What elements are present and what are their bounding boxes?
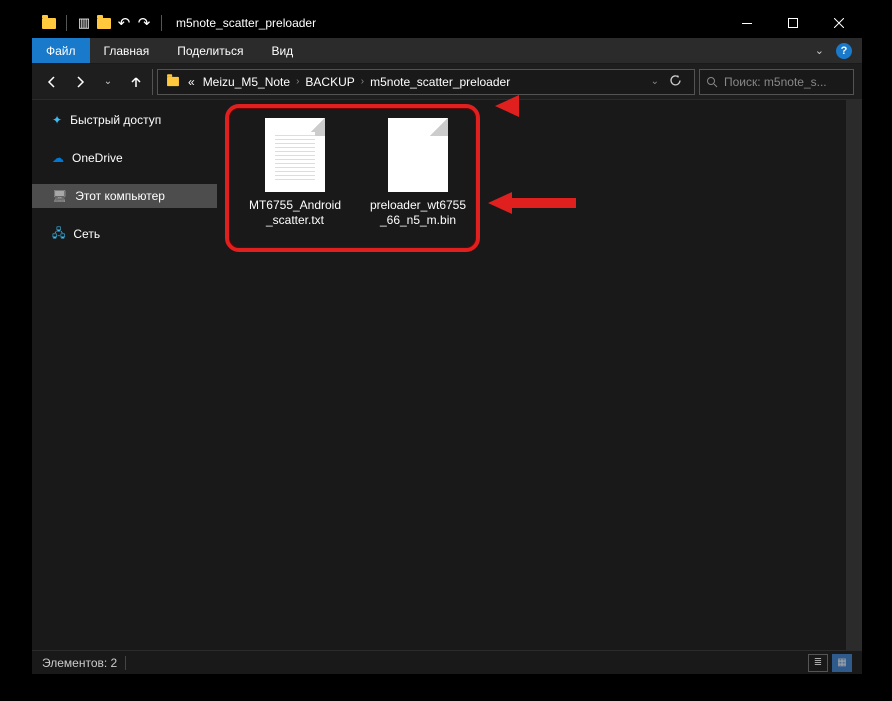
file-label-line1: preloader_wt6755: [362, 198, 474, 213]
breadcrumb-seg1[interactable]: Meizu_M5_Note: [199, 75, 294, 89]
breadcrumb-seg2[interactable]: BACKUP: [301, 75, 358, 89]
tab-file[interactable]: Файл: [32, 38, 90, 63]
sidebar-item-this-pc[interactable]: 🖥 Этот компьютер: [32, 184, 217, 208]
separator: [125, 656, 126, 670]
recent-dropdown[interactable]: ⌄: [96, 70, 120, 94]
undo-icon[interactable]: ↶: [115, 14, 133, 32]
titlebar: ▥ ↶ ↷ m5note_scatter_preloader: [32, 8, 862, 38]
navigation-bar: ⌄ « Meizu_M5_Note › BACKUP › m5note_scat…: [32, 64, 862, 100]
maximize-button[interactable]: [770, 8, 816, 38]
chevron-right-icon[interactable]: ›: [359, 76, 366, 87]
separator: [66, 15, 67, 31]
refresh-icon[interactable]: [661, 74, 690, 90]
tab-home[interactable]: Главная: [90, 38, 164, 63]
file-label-line1: MT6755_Android: [239, 198, 351, 213]
text-file-icon: [265, 118, 325, 192]
ribbon-help-area: ⌄ ?: [815, 38, 862, 63]
sidebar-item-label: Сеть: [73, 227, 100, 241]
star-icon: ✦: [52, 113, 62, 127]
up-button[interactable]: [124, 70, 148, 94]
back-button[interactable]: [40, 70, 64, 94]
icons-view-button[interactable]: ▦: [832, 654, 852, 672]
tab-view[interactable]: Вид: [257, 38, 307, 63]
explorer-window: ▥ ↶ ↷ m5note_scatter_preloader Файл Глав…: [32, 8, 862, 674]
scrollbar[interactable]: [846, 100, 862, 650]
view-toggle: ≣ ▦: [808, 654, 852, 672]
help-icon[interactable]: ?: [836, 43, 852, 59]
nav-pane: ✦ Быстрый доступ ☁ OneDrive 🖥 Этот компь…: [32, 100, 217, 650]
window-title: m5note_scatter_preloader: [176, 16, 316, 30]
sidebar-item-quick-access[interactable]: ✦ Быстрый доступ: [32, 108, 217, 132]
window-controls: [724, 8, 862, 38]
close-button[interactable]: [816, 8, 862, 38]
status-bar: Элементов: 2 ≣ ▦: [32, 650, 862, 674]
file-label-line2: _66_n5_m.bin: [362, 213, 474, 228]
search-placeholder: Поиск: m5note_s...: [724, 75, 827, 89]
folder-icon: [162, 76, 184, 87]
details-view-button[interactable]: ≣: [808, 654, 828, 672]
sidebar-item-label: Быстрый доступ: [70, 113, 161, 127]
properties-icon[interactable]: ▥: [75, 14, 93, 32]
tab-share[interactable]: Поделиться: [163, 38, 257, 63]
address-separator: [152, 69, 153, 95]
sidebar-item-label: OneDrive: [72, 151, 123, 165]
search-icon: [706, 76, 718, 88]
address-bar[interactable]: « Meizu_M5_Note › BACKUP › m5note_scatte…: [157, 69, 695, 95]
monitor-icon: 🖥: [52, 189, 67, 203]
quick-access-toolbar: ▥ ↶ ↷: [40, 14, 168, 32]
cloud-icon: ☁: [52, 151, 64, 165]
redo-icon[interactable]: ↷: [135, 14, 153, 32]
chevron-right-icon[interactable]: ›: [294, 76, 301, 87]
forward-button[interactable]: [68, 70, 92, 94]
search-input[interactable]: Поиск: m5note_s...: [699, 69, 854, 95]
sidebar-item-network[interactable]: 🖧 Сеть: [32, 222, 217, 246]
file-item-scatter-txt[interactable]: MT6755_Android _scatter.txt: [239, 118, 351, 228]
item-count-label: Элементов: 2: [42, 656, 117, 670]
ribbon-tabs: Файл Главная Поделиться Вид ⌄ ?: [32, 38, 862, 64]
file-label-line2: _scatter.txt: [239, 213, 351, 228]
breadcrumb-prefix: «: [184, 75, 199, 89]
binary-file-icon: [388, 118, 448, 192]
history-dropdown-icon[interactable]: ⌄: [649, 76, 661, 87]
breadcrumb-seg3[interactable]: m5note_scatter_preloader: [366, 75, 514, 89]
network-icon: 🖧: [52, 224, 65, 245]
new-folder-icon[interactable]: [95, 14, 113, 32]
chevron-down-icon[interactable]: ⌄: [815, 44, 824, 57]
sidebar-item-label: Этот компьютер: [75, 189, 165, 203]
file-item-preloader-bin[interactable]: preloader_wt6755 _66_n5_m.bin: [362, 118, 474, 228]
explorer-body: ✦ Быстрый доступ ☁ OneDrive 🖥 Этот компь…: [32, 100, 862, 650]
content-pane[interactable]: MT6755_Android _scatter.txt preloader_wt…: [217, 100, 862, 650]
minimize-button[interactable]: [724, 8, 770, 38]
folder-icon: [40, 14, 58, 32]
sidebar-item-onedrive[interactable]: ☁ OneDrive: [32, 146, 217, 170]
separator: [161, 15, 162, 31]
